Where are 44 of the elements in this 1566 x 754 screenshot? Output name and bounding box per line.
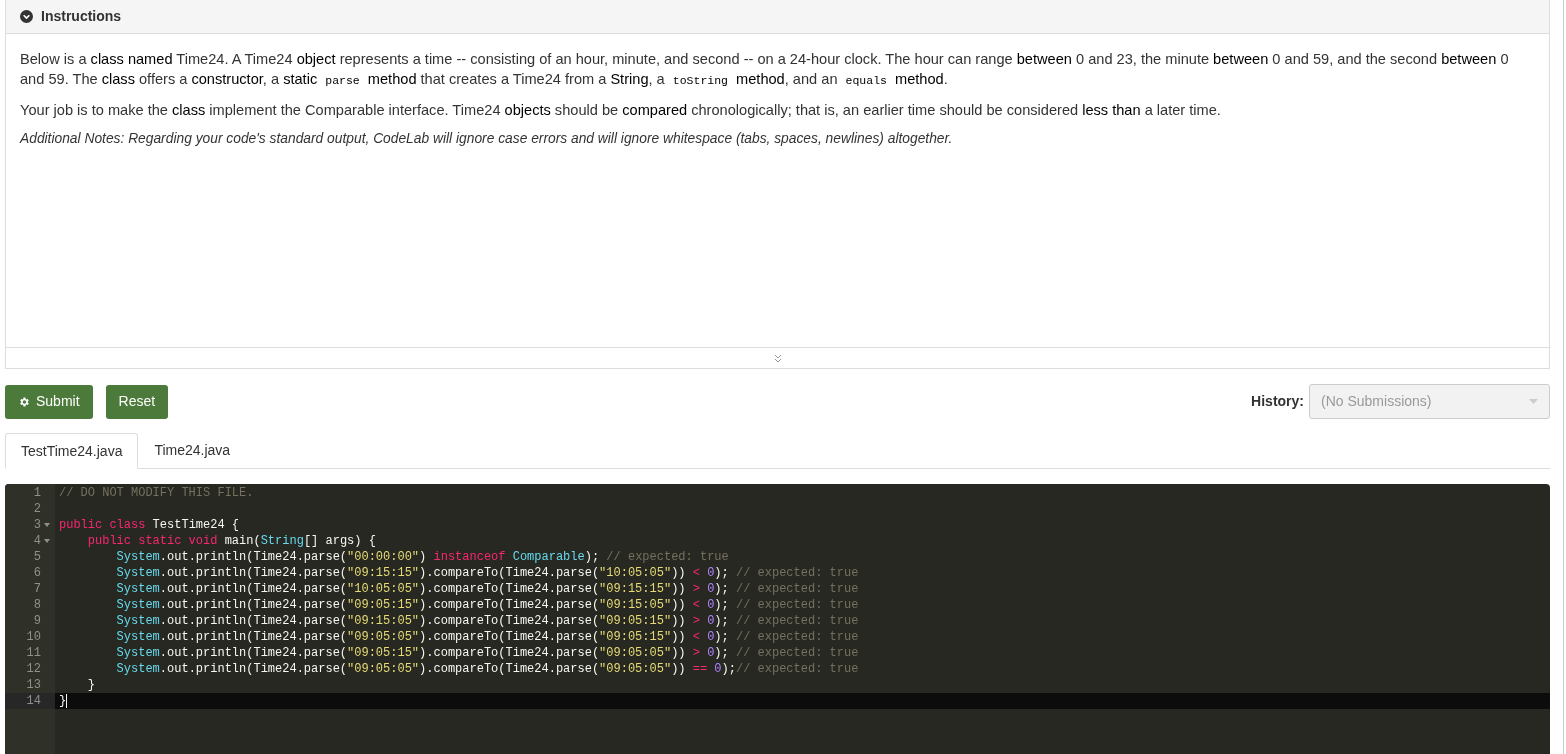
code-line: public class TestTime24 {	[58, 517, 241, 533]
line-number: 1	[33, 485, 41, 501]
code-line: System.out.println(Time24.parse("09:15:05").compareTo(Time24.parse("09:05:15")) > 0); // expected: true	[115, 613, 860, 629]
line-number: 9	[33, 613, 41, 629]
dropdown-caret-icon	[1529, 399, 1538, 404]
line-number: 3	[33, 517, 41, 533]
fold-caret-icon[interactable]	[43, 523, 50, 527]
code-line: }	[86, 677, 96, 693]
code-line: System.out.println(Time24.parse("09:05:15").compareTo(Time24.parse("09:15:05")) < 0); // expected: true	[115, 597, 860, 613]
line-number: 2	[33, 501, 41, 517]
note-text: Additional Notes: Regarding your code's standard output, CodeLab will ignore case errors and will ignore whitespace (tabs, spaces, newlines) altogether.	[20, 130, 954, 148]
line-number: 11	[26, 645, 41, 661]
chevron-down-circle-icon	[20, 10, 33, 23]
line-number: 12	[26, 661, 41, 677]
submit-button[interactable]: Submit	[5, 384, 93, 419]
gear-icon	[18, 395, 30, 408]
reset-button[interactable]: Reset	[105, 384, 169, 419]
file-tab[interactable]: Time24.java	[138, 433, 247, 468]
line-number: 8	[33, 597, 41, 613]
code-line: System.out.println(Time24.parse("00:00:00") instanceof Comparable); // expected: true	[115, 549, 730, 565]
line-number: 14	[26, 693, 41, 709]
code-line: // DO NOT MODIFY THIS FILE.	[58, 485, 255, 501]
file-tab[interactable]: TestTime24.java	[5, 433, 139, 469]
line-number: 10	[26, 629, 41, 645]
line-number: 13	[26, 677, 41, 693]
text-cursor	[66, 694, 68, 708]
line-number: 4	[33, 533, 41, 549]
code-editor[interactable]	[5, 484, 1550, 754]
line-number: 6	[33, 565, 41, 581]
history-label: History:	[1251, 392, 1304, 411]
panel-title: Instructions	[41, 7, 122, 26]
line-number: 7	[33, 581, 41, 597]
code-line: System.out.println(Time24.parse("09:05:05").compareTo(Time24.parse("09:05:05")) == 0);// expected: true	[115, 661, 860, 677]
panel-header[interactable]: Instructions	[6, 0, 1549, 34]
code-line: public static void main(String[] args) {	[86, 533, 377, 549]
double-chevron-down-icon	[773, 353, 782, 363]
code-line: System.out.println(Time24.parse("10:05:05").compareTo(Time24.parse("09:15:15")) > 0); // expected: true	[115, 581, 860, 597]
code-line: System.out.println(Time24.parse("09:05:05").compareTo(Time24.parse("09:05:15")) < 0); // expected: true	[115, 629, 860, 645]
code-line: System.out.println(Time24.parse("09:05:15").compareTo(Time24.parse("09:05:05")) > 0); // expected: true	[115, 645, 860, 661]
instruction-text: Below is a class named Time24. A Time24 object represents a time -- consisting of an hour, minute, and second -- on a 24-hour clock. The hour can range between 0 and 23, the minute between 0 and 59, and the second between 0 and 59. The class offers a constructor, a static parse method that creates a Time24 from a String, a toString method, and an equals method.	[20, 50, 1510, 89]
instruction-text: Your job is to make the class implement the Comparable interface. Time24 objects should be compared chronologically; that is, an earlier time should be considered less than a later time.	[20, 101, 1222, 120]
code-line: System.out.println(Time24.parse("09:15:15").compareTo(Time24.parse("10:05:05")) < 0); // expected: true	[115, 565, 860, 581]
line-number: 5	[33, 549, 41, 565]
fold-caret-icon[interactable]	[43, 539, 50, 543]
